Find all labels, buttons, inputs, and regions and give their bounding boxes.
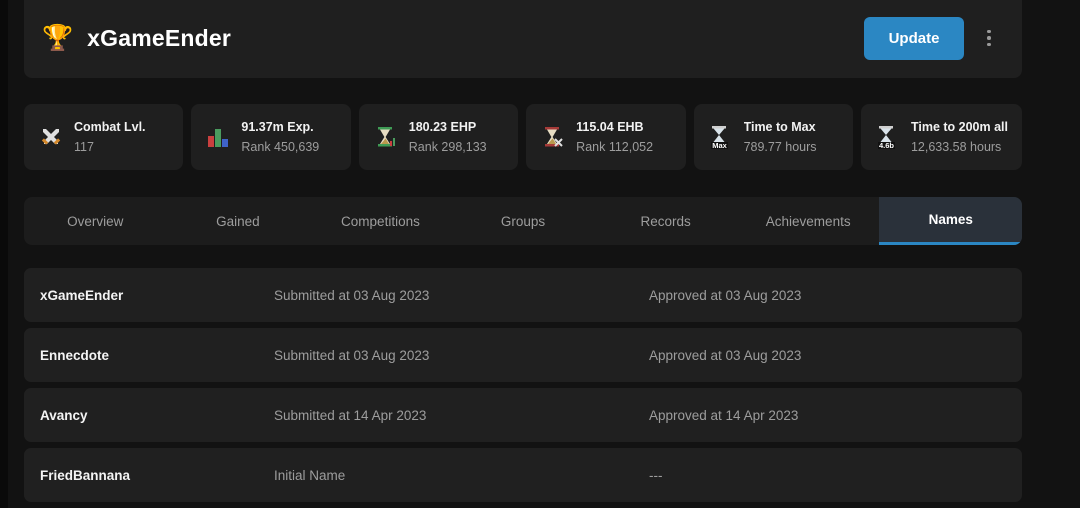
stat-text: 115.04 EHB Rank 112,052 [576, 117, 653, 157]
stat-card-ehb: 115.04 EHB Rank 112,052 [526, 104, 686, 170]
tab-names[interactable]: Names [879, 197, 1022, 245]
submitted-cell: Submitted at 03 Aug 2023 [274, 347, 430, 363]
red-hourglass-icon [540, 124, 566, 150]
kebab-dot [987, 42, 991, 47]
left-gutter [0, 0, 8, 508]
kebab-dot [987, 36, 991, 40]
tab-records[interactable]: Records [594, 197, 737, 245]
svg-text:4.6b: 4.6b [879, 141, 894, 150]
stat-label: Time to Max [743, 120, 816, 134]
stat-text: Combat Lvl. 117 [74, 117, 146, 157]
table-row[interactable]: Ennecdote Submitted at 03 Aug 2023 Appro… [24, 328, 1022, 382]
name-cell: FriedBannana [40, 467, 131, 483]
stat-label: Combat Lvl. [74, 120, 146, 134]
stat-text: 91.37m Exp. Rank 450,639 [241, 117, 319, 157]
submitted-cell: Submitted at 03 Aug 2023 [274, 287, 430, 303]
kebab-dot [987, 29, 991, 34]
stat-card-ehp: 180.23 EHP Rank 298,133 [358, 104, 519, 170]
crossed-swords-icon [38, 124, 64, 150]
stat-value: 117 [74, 140, 94, 154]
names-list: xGameEnder Submitted at 03 Aug 2023 Appr… [24, 268, 1022, 502]
stat-value: 789.77 hours [743, 140, 817, 154]
name-cell: xGameEnder [40, 287, 124, 303]
stat-card-experience: 91.37m Exp. Rank 450,639 [191, 104, 351, 170]
player-header-card: 🏆 xGameEnder Update [24, 0, 1022, 78]
hourglass-200m-icon: 4.6b [875, 124, 901, 150]
name-cell: Avancy [40, 407, 88, 423]
stat-card-time-to-200m: 4.6b Time to 200m all 12,633.58 hours [860, 104, 1022, 170]
tabs-bar: Overview Gained Competitions Groups Reco… [24, 197, 1022, 245]
table-row[interactable]: FriedBannana Initial Name --- [24, 448, 1022, 502]
stats-row: Combat Lvl. 117 91.37m Exp. Rank 450,639 [24, 104, 1022, 170]
stat-card-time-to-max: Max Time to Max 789.77 hours [693, 104, 853, 170]
bar-chart-icon [205, 124, 231, 150]
stat-text: Time to Max 789.77 hours [744, 117, 817, 157]
table-row[interactable]: Avancy Submitted at 14 Apr 2023 Approved… [24, 388, 1022, 442]
svg-text:Max: Max [712, 141, 727, 150]
stat-label: 180.23 EHP [408, 120, 477, 134]
page-title: xGameEnder [87, 24, 232, 51]
hourglass-max-icon: Max [708, 124, 734, 150]
stat-label: 115.04 EHB [576, 120, 644, 134]
stat-label: Time to 200m all [910, 120, 1008, 134]
tab-groups[interactable]: Groups [452, 197, 595, 245]
update-button[interactable]: Update [864, 16, 964, 60]
stat-text: 180.23 EHP Rank 298,133 [409, 117, 487, 157]
approved-cell: Approved at 03 Aug 2023 [649, 347, 802, 363]
green-hourglass-icon [373, 124, 399, 150]
tab-achievements[interactable]: Achievements [737, 197, 880, 245]
table-row[interactable]: xGameEnder Submitted at 03 Aug 2023 Appr… [24, 268, 1022, 322]
tab-overview[interactable]: Overview [24, 197, 167, 245]
header-actions: Update [864, 11, 1000, 60]
stat-value: Rank 112,052 [576, 140, 654, 154]
approved-cell: --- [649, 467, 663, 483]
stat-card-combat-level: Combat Lvl. 117 [24, 104, 184, 170]
stat-value: Rank 298,133 [408, 140, 487, 154]
trophy-icon: 🏆 [42, 23, 74, 52]
stat-value: 12,633.58 hours [910, 140, 1002, 154]
stat-text: Time to 200m all 12,633.58 hours [911, 117, 1008, 157]
title-group: 🏆 xGameEnder [42, 19, 864, 52]
approved-cell: Approved at 14 Apr 2023 [649, 407, 799, 423]
stat-label: 91.37m Exp. [241, 120, 314, 134]
approved-cell: Approved at 03 Aug 2023 [649, 287, 802, 303]
stat-value: Rank 450,639 [241, 140, 320, 154]
name-cell: Ennecdote [40, 347, 110, 363]
tab-gained[interactable]: Gained [167, 197, 310, 245]
submitted-cell: Submitted at 14 Apr 2023 [274, 407, 427, 423]
tab-competitions[interactable]: Competitions [309, 197, 452, 245]
submitted-cell: Initial Name [274, 467, 346, 483]
page-container: 🏆 xGameEnder Update Combat Lvl. 117 91.3… [8, 0, 1080, 508]
kebab-menu-icon[interactable] [978, 18, 1000, 58]
